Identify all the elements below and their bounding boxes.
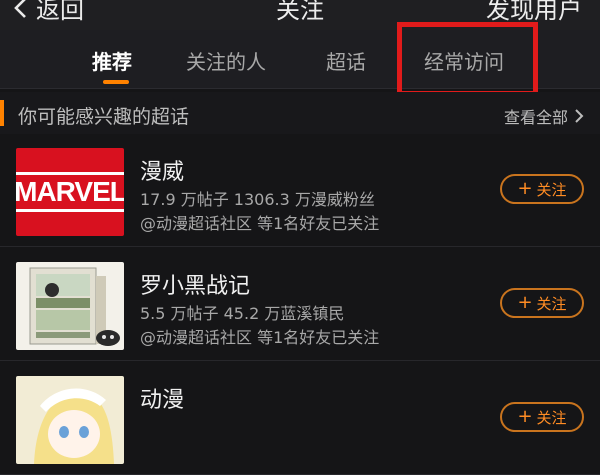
list-item[interactable]: 动漫 + 关注 <box>0 362 600 475</box>
follow-label: 关注 <box>536 180 567 199</box>
topic-thumbnail-anime <box>16 376 124 464</box>
topic-stats: 5.5 万帖子 45.2 万蓝溪镇民 <box>140 304 345 323</box>
topic-stats: 17.9 万帖子 1306.3 万漫威粉丝 <box>140 190 375 209</box>
plus-icon: + <box>517 178 533 199</box>
list-item[interactable]: 罗小黑战记 5.5 万帖子 45.2 万蓝溪镇民 @动漫超话社区 等1名好友已关… <box>0 248 600 361</box>
topic-name: 罗小黑战记 <box>140 274 251 299</box>
section-accent-bar <box>0 100 4 126</box>
topic-name: 动漫 <box>140 388 185 413</box>
topic-friends-following: @动漫超话社区 等1名好友已关注 <box>140 214 380 233</box>
view-all-label: 查看全部 <box>503 108 568 127</box>
follow-button[interactable]: + 关注 <box>500 288 584 318</box>
section-header: 你可能感兴趣的超话 查看全部 <box>0 92 600 134</box>
book-cover-image <box>16 262 124 350</box>
list-item[interactable]: MARVEL 漫威 17.9 万帖子 1306.3 万漫威粉丝 @动漫超话社区 … <box>0 134 600 247</box>
follow-button[interactable]: + 关注 <box>500 402 584 432</box>
follow-button[interactable]: + 关注 <box>500 174 584 204</box>
topic-thumbnail-marvel: MARVEL <box>16 148 124 236</box>
follow-label: 关注 <box>536 408 567 427</box>
topic-name: 漫威 <box>140 160 185 185</box>
plus-icon: + <box>517 406 533 427</box>
marvel-logo: MARVEL <box>16 148 124 236</box>
active-tab-indicator <box>103 80 129 84</box>
follow-label: 关注 <box>536 294 567 313</box>
red-highlight-box <box>397 22 538 96</box>
tab-super-topics[interactable]: 超话 <box>326 46 366 75</box>
tab-recommended[interactable]: 推荐 <box>92 46 132 75</box>
topic-thumbnail-luoxiaohei <box>16 262 124 350</box>
tab-following-people[interactable]: 关注的人 <box>186 46 266 75</box>
topic-friends-following: @动漫超话社区 等1名好友已关注 <box>140 328 380 347</box>
plus-icon: + <box>517 292 533 313</box>
view-all-button[interactable]: 查看全部 <box>504 104 584 128</box>
anime-character-image <box>16 376 124 464</box>
marvel-logo-text: MARVEL <box>16 172 124 212</box>
chevron-right-icon <box>575 109 584 123</box>
section-title: 你可能感兴趣的超话 <box>18 106 190 128</box>
